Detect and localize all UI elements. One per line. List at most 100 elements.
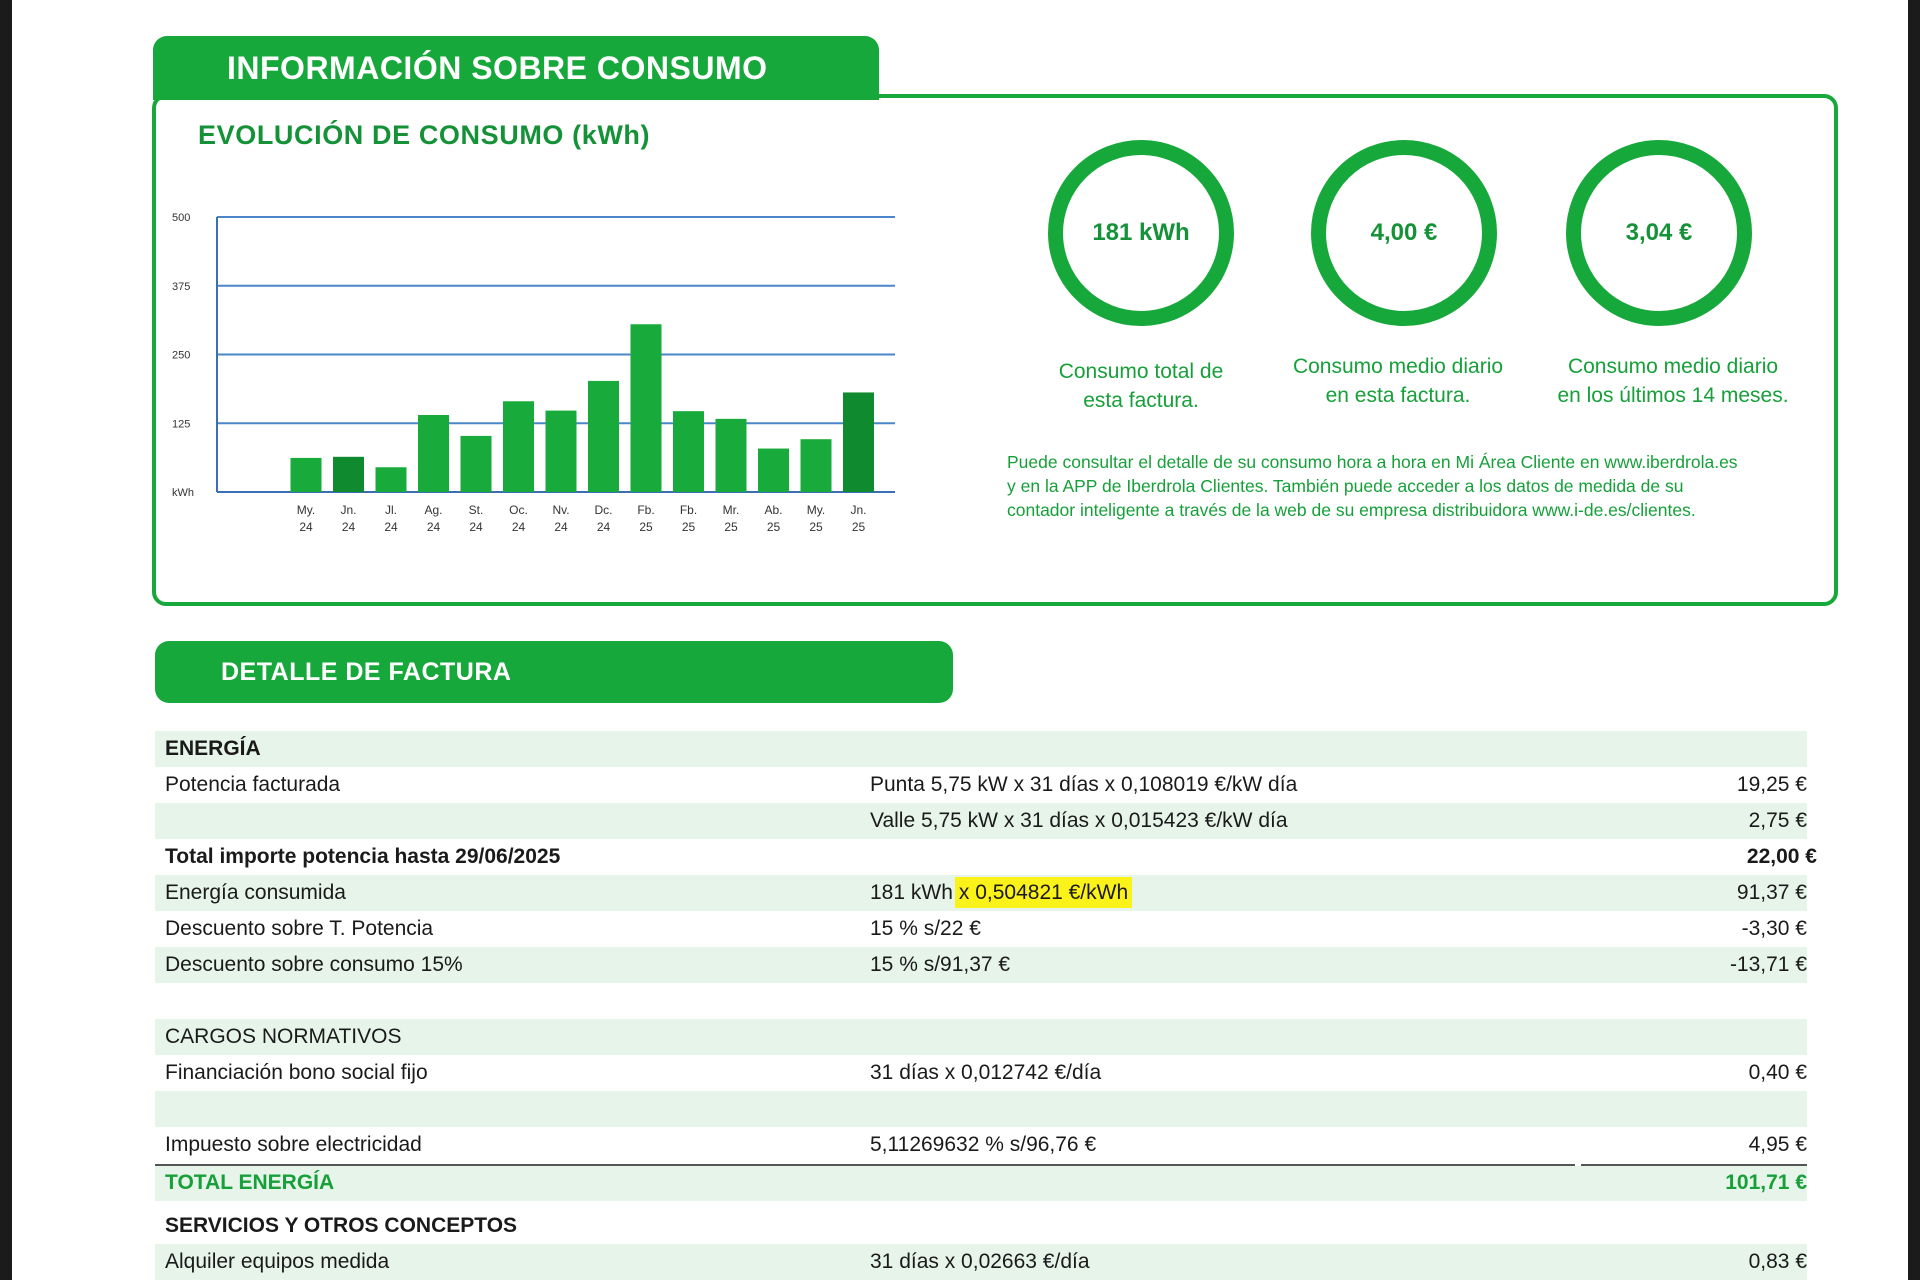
bar (503, 401, 534, 492)
consumption-info-text: Puede consultar el detalle de su consumo… (1007, 450, 1837, 522)
x-tick-year: 24 (427, 520, 441, 534)
y-tick-label: 250 (172, 350, 190, 362)
x-tick-year: 24 (512, 520, 526, 534)
x-tick-label: My. (297, 503, 315, 517)
window-frame-left (0, 0, 12, 1280)
potencia-label: Potencia facturada (165, 773, 341, 796)
x-tick-year: 24 (342, 520, 356, 534)
total-potencia-amount: 22,00 € (1746, 845, 1817, 868)
y-tick-label: kWh (172, 487, 194, 499)
bar (545, 410, 577, 492)
x-tick-label: St. (469, 503, 484, 517)
bar (333, 456, 364, 492)
energia-consumida-label: Energía consumida (165, 881, 346, 904)
x-tick-label: Fb. (680, 503, 697, 517)
table-row: Financiación bono social fijo 31 días x … (155, 1055, 1807, 1091)
total-consumption-caption: Consumo total de esta factura. (1011, 357, 1271, 415)
daily-avg-invoice-value: 4,00 € (1370, 219, 1438, 246)
descuento-consumo-label: Descuento sobre consumo 15% (165, 953, 463, 976)
x-tick-year: 24 (597, 520, 611, 534)
x-tick-label: Ab. (764, 503, 782, 517)
bar (588, 380, 619, 492)
punta-detail: Punta 5,75 kW x 31 días x 0,108019 €/kW … (870, 773, 1298, 796)
chart-title: EVOLUCIÓN DE CONSUMO (kWh) (198, 120, 651, 150)
descuento-consumo-detail: 15 % s/91,37 € (870, 953, 1011, 976)
x-tick-year: 24 (469, 520, 483, 534)
descuento-potencia-detail: 15 % s/22 € (870, 917, 981, 940)
x-tick-year: 25 (724, 520, 738, 534)
caption-line: en los últimos 14 meses. (1557, 384, 1789, 407)
x-tick-label: Ag. (424, 503, 442, 517)
x-tick-year: 24 (554, 520, 568, 534)
bar (290, 457, 322, 492)
x-tick-label: Oc. (509, 503, 528, 517)
window-frame-right (1908, 0, 1920, 1280)
table-row: Impuesto sobre electricidad 5,11269632 %… (155, 1127, 1807, 1163)
consumption-bar-chart: 500 375 250 125 kWh My. 24 Jn. 24 Jl. 24 Ag. 24 St. 24… (172, 212, 895, 534)
total-consumption-value: 181 kWh (1092, 219, 1190, 246)
valle-detail: Valle 5,75 kW x 31 días x 0,015423 €/kW … (870, 809, 1288, 832)
bar (375, 467, 407, 492)
highlighted-price: x 0,504821 €/kWh (954, 877, 1133, 908)
energia-consumida-detail: 181 kWh x 0,504821 €/kWh (870, 877, 1133, 908)
bono-amount: 0,40 € (1748, 1061, 1807, 1084)
x-tick-year: 25 (639, 520, 653, 534)
daily-avg-14m-value: 3,04 € (1625, 219, 1693, 246)
total-divider (155, 1164, 1807, 1166)
energia-consumida-amount: 91,37 € (1736, 881, 1807, 904)
table-row: Valle 5,75 kW x 31 días x 0,015423 €/kW … (155, 803, 1807, 839)
info-line: y en la APP de Iberdrola Clientes. Tambi… (1007, 476, 1684, 496)
total-consumption-ring: 181 kWh (1048, 140, 1234, 326)
bar (800, 439, 832, 492)
caption-line: Consumo total de (1058, 360, 1224, 383)
table-row: SERVICIOS Y OTROS CONCEPTOS (155, 1208, 1807, 1244)
table-row: TOTAL ENERGÍA 101,71 € (155, 1165, 1807, 1201)
table-row: Total importe potencia hasta 29/06/2025 … (155, 839, 1817, 875)
bar (843, 392, 874, 492)
table-row (155, 983, 1807, 1019)
table-row: Descuento sobre consumo 15% 15 % s/91,37… (155, 947, 1807, 983)
x-tick-label: Jn. (850, 503, 866, 517)
x-tick-year: 25 (682, 520, 696, 534)
daily-avg-invoice-ring: 4,00 € (1311, 140, 1497, 326)
total-potencia-label: Total importe potencia hasta 29/06/2025 (165, 845, 561, 868)
descuento-consumo-amount: -13,71 € (1729, 953, 1807, 976)
alquiler-detail: 31 días x 0,02663 €/día (870, 1250, 1090, 1273)
x-tick-label: Fb. (637, 503, 654, 517)
bar (758, 448, 789, 492)
daily-avg-14m-caption: Consumo medio diario en los últimos 14 m… (1528, 352, 1818, 410)
bar (460, 435, 492, 492)
y-tick-label: 375 (172, 281, 190, 293)
impuesto-amount: 4,95 € (1748, 1133, 1807, 1156)
table-row: Energía consumida 181 kWh x 0,504821 €/kW… (155, 875, 1807, 911)
table-row: ENERGÍA (155, 731, 1807, 767)
bono-label: Financiación bono social fijo (165, 1061, 428, 1084)
impuesto-label: Impuesto sobre electricidad (165, 1133, 422, 1156)
caption-line: Consumo medio diario (1292, 355, 1504, 378)
daily-avg-14m-ring: 3,04 € (1566, 140, 1752, 326)
descuento-potencia-label: Descuento sobre T. Potencia (165, 917, 434, 940)
table-row: Alquiler equipos medida 31 días x 0,0266… (155, 1244, 1807, 1280)
x-tick-label: My. (807, 503, 825, 517)
table-row: CARGOS NORMATIVOS (155, 1019, 1807, 1055)
consumo-section-title: INFORMACIÓN SOBRE CONSUMO (153, 36, 879, 100)
x-tick-year: 24 (299, 520, 313, 534)
total-energia-label: TOTAL ENERGÍA (165, 1171, 335, 1194)
x-tick-label: Nv. (552, 503, 569, 517)
bar (715, 418, 747, 492)
x-tick-label: Jn. (340, 503, 356, 517)
table-row: Descuento sobre T. Potencia 15 % s/22 € … (155, 911, 1807, 947)
impuesto-detail: 5,11269632 % s/96,76 € (870, 1133, 1097, 1156)
cargos-header: CARGOS NORMATIVOS (165, 1025, 402, 1048)
caption-line: esta factura. (1083, 389, 1199, 412)
bar (418, 415, 449, 492)
daily-avg-invoice-caption: Consumo medio diario en esta factura. (1268, 352, 1528, 410)
bar (673, 411, 704, 492)
y-tick-label: 500 (172, 212, 190, 224)
energia-header: ENERGÍA (165, 737, 261, 760)
descuento-potencia-amount: -3,30 € (1741, 917, 1807, 940)
info-line: Puede consultar el detalle de su consumo… (1007, 452, 1738, 472)
table-row: Potencia facturada Punta 5,75 kW x 31 dí… (155, 767, 1807, 803)
x-tick-label: Dc. (595, 503, 613, 517)
punta-amount: 19,25 € (1736, 773, 1807, 796)
